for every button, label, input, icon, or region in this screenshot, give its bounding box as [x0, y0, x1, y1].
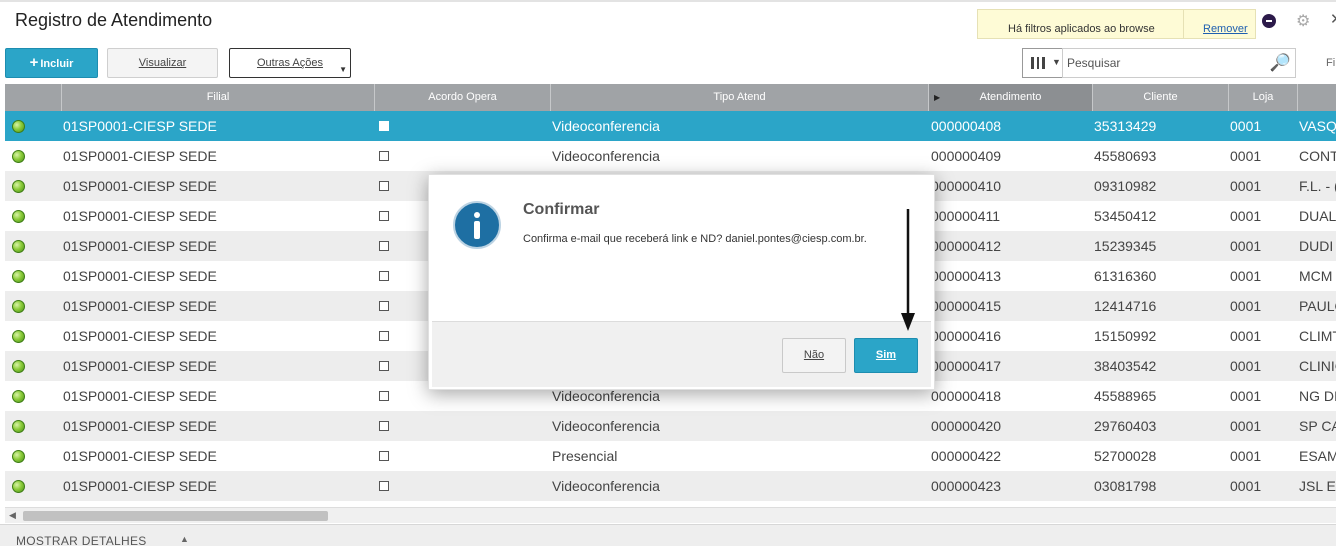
info-icon	[453, 201, 501, 249]
dialog-footer: Não Sim	[432, 321, 931, 387]
annotation-arrow	[901, 209, 915, 331]
no-button[interactable]: Não	[782, 338, 846, 373]
dialog-title: Confirmar	[523, 201, 600, 218]
info-icon-dot	[474, 212, 480, 218]
confirm-dialog: Confirmar Confirma e-mail que receberá l…	[428, 174, 935, 390]
dialog-message: Confirma e-mail que receberá link e ND? …	[523, 233, 867, 245]
info-icon-bar	[474, 221, 480, 239]
annotation-arrow-head	[901, 313, 915, 331]
yes-button[interactable]: Sim	[854, 338, 918, 373]
